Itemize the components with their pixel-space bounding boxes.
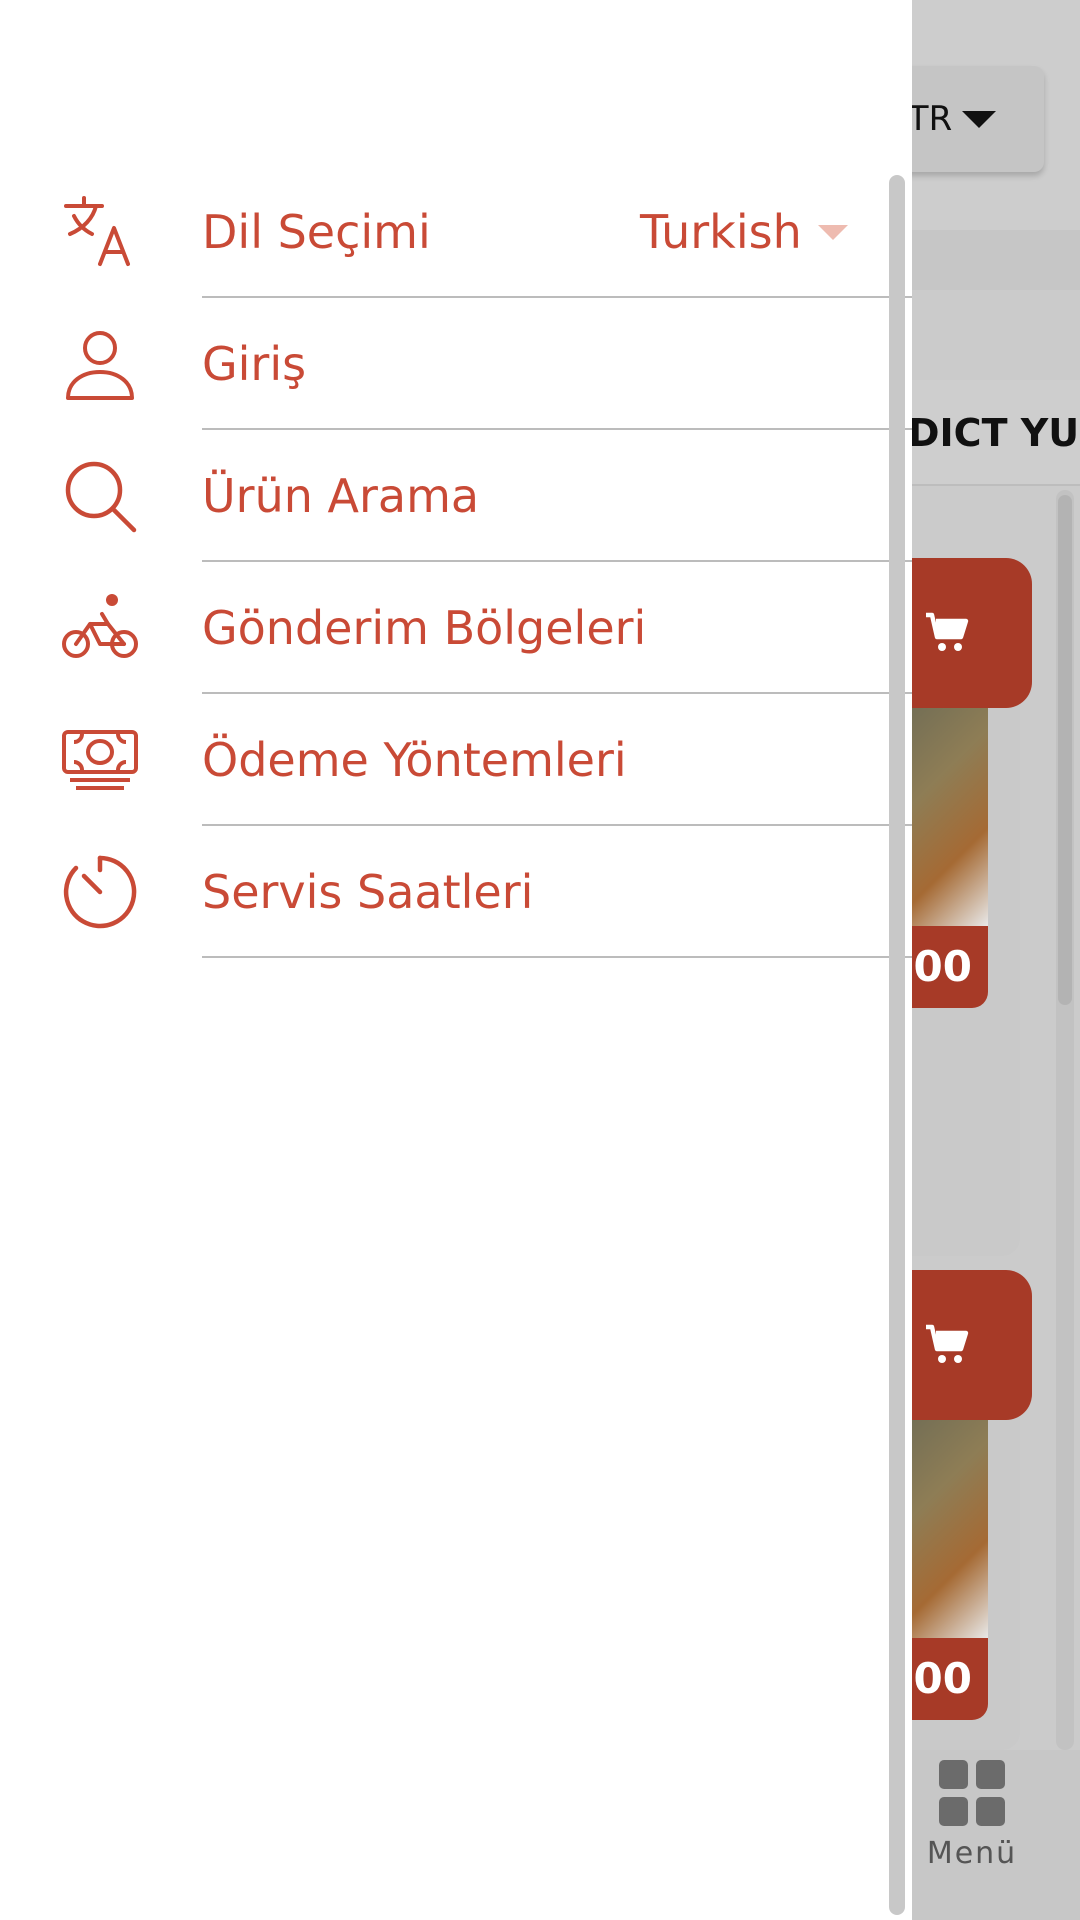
drawer-item-login[interactable]: Giriş: [0, 298, 912, 430]
translate-icon: [62, 194, 138, 270]
language-button-label: TR: [907, 99, 953, 139]
drawer-item-label: Dil Seçimi: [202, 205, 431, 259]
menu-tab[interactable]: Menü: [912, 1760, 1032, 1910]
language-select-value: Turkish: [640, 205, 802, 259]
person-icon: [62, 326, 138, 402]
drawer-item-label: Gönderim Bölgeleri: [202, 601, 647, 655]
divider: [202, 956, 912, 958]
scrollbar-thumb[interactable]: [1058, 495, 1072, 1005]
drawer-item-search[interactable]: Ürün Arama: [0, 430, 912, 562]
navigation-drawer: Dil Seçimi Turkish Giriş Ürün Arama Gönd…: [0, 0, 912, 1920]
menu-tab-label: Menü: [926, 1836, 1018, 1871]
timer-icon: [62, 854, 138, 930]
drawer-scrollbar[interactable]: [889, 175, 905, 1915]
drawer-item-label: Ödeme Yöntemleri: [202, 733, 627, 787]
cart-icon: [926, 1324, 969, 1363]
language-select[interactable]: Turkish: [640, 166, 848, 298]
grid-icon: [939, 1760, 1005, 1826]
caret-down-icon: [817, 224, 848, 240]
drawer-item-delivery-areas[interactable]: Gönderim Bölgeleri: [0, 562, 912, 694]
drawer-item-service-hours[interactable]: Servis Saatleri: [0, 826, 912, 958]
drawer-item-payment-methods[interactable]: Ödeme Yöntemleri: [0, 694, 912, 826]
drawer-item-label: Ürün Arama: [202, 469, 480, 523]
money-icon: [62, 722, 138, 798]
cart-icon: [926, 612, 969, 651]
drawer-item-label: Servis Saatleri: [202, 865, 534, 919]
caret-down-icon: [962, 110, 997, 128]
bicycle-icon: [62, 590, 138, 666]
drawer-item-language[interactable]: Dil Seçimi Turkish: [0, 166, 912, 298]
search-icon: [62, 458, 138, 534]
drawer-item-label: Giriş: [202, 337, 307, 391]
